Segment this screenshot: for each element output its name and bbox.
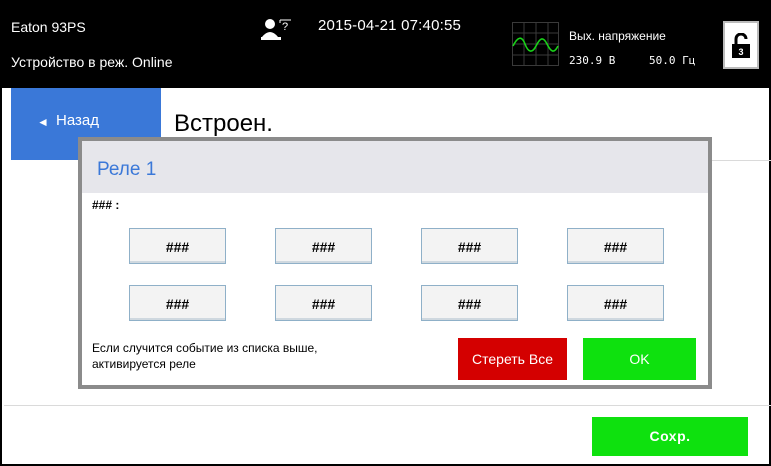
relay-dialog: Реле 1 ### : ### ### ### ### ### ### ###… xyxy=(78,137,712,389)
svg-text:?: ? xyxy=(282,21,288,33)
divider xyxy=(4,405,771,406)
datetime: 2015-04-21 07:40:55 xyxy=(318,17,462,34)
event-slot-button[interactable]: ### xyxy=(275,285,372,321)
dialog-note-line: активируется реле xyxy=(92,357,196,371)
clear-all-button[interactable]: Стереть Все xyxy=(458,338,567,380)
output-frequency-value: 50.0 Гц xyxy=(649,54,696,67)
save-button[interactable]: Сохр. xyxy=(592,417,748,456)
padlock-icon: 3 xyxy=(732,33,750,58)
device-name: Eaton 93PS xyxy=(11,19,86,35)
page-title: Встроен. xyxy=(174,110,273,137)
dialog-header: Реле 1 xyxy=(82,141,708,193)
sine-wave-icon[interactable] xyxy=(512,22,559,66)
dialog-subtitle: ### : xyxy=(92,198,120,212)
device-status: Устройство в реж. Online xyxy=(11,54,173,70)
back-arrow-icon: ◄ xyxy=(37,115,49,129)
event-slot-button[interactable]: ### xyxy=(129,285,226,321)
event-slot-button[interactable]: ### xyxy=(567,285,664,321)
ok-button[interactable]: OK xyxy=(583,338,696,380)
event-slot-button[interactable]: ### xyxy=(567,228,664,264)
output-voltage-label: Вых. напряжение xyxy=(569,29,666,43)
dialog-note: Если случится событие из списка выше, ак… xyxy=(92,340,412,372)
dialog-note-line: Если случится событие из списка выше, xyxy=(92,341,318,355)
status-header: Eaton 93PS Устройство в реж. Online ? 20… xyxy=(2,2,771,88)
user-question-icon[interactable]: ? xyxy=(261,18,293,40)
event-slot-button[interactable]: ### xyxy=(421,228,518,264)
output-voltage-value: 230.9 В xyxy=(569,54,616,67)
event-slot-button[interactable]: ### xyxy=(129,228,226,264)
event-slot-button[interactable]: ### xyxy=(275,228,372,264)
svg-text:3: 3 xyxy=(738,47,743,57)
event-slot-button[interactable]: ### xyxy=(421,285,518,321)
lock-button[interactable]: 3 xyxy=(723,21,759,69)
screen-frame: Eaton 93PS Устройство в реж. Online ? 20… xyxy=(0,0,771,466)
back-button-label: Назад xyxy=(56,112,99,129)
dialog-title: Реле 1 xyxy=(97,159,157,180)
